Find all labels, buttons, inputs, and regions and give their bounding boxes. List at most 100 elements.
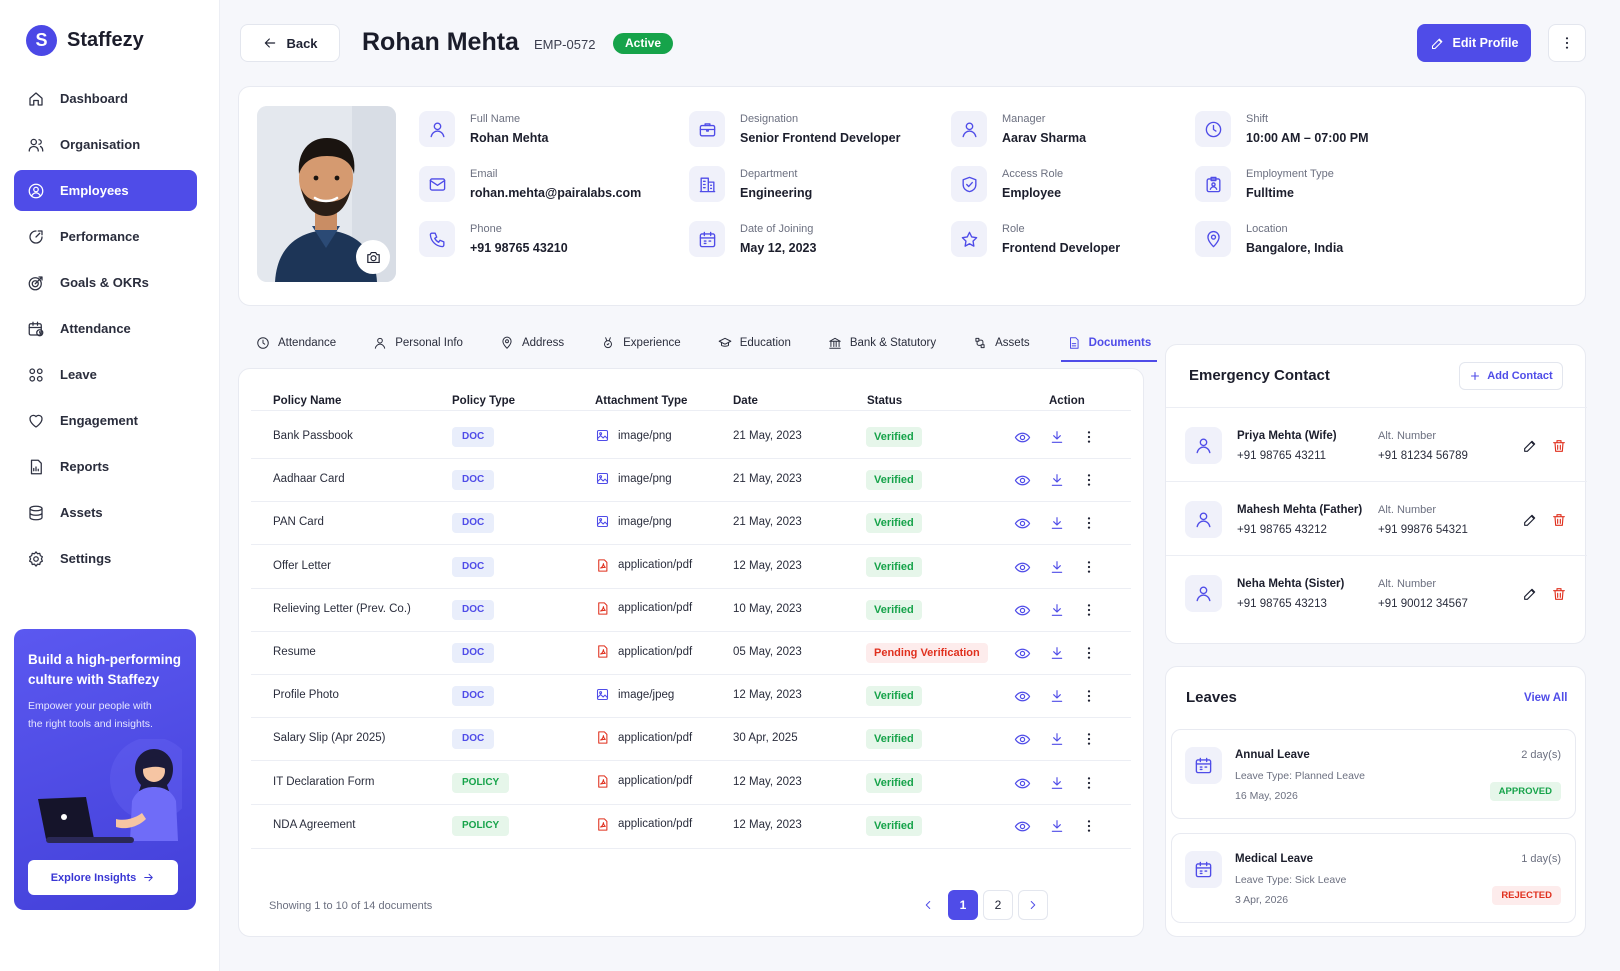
table-row: IT Declaration Form POLICY application/p… (251, 762, 1131, 805)
tab-personal-info[interactable]: Personal Info (367, 326, 469, 360)
row-more-button[interactable] (1081, 645, 1097, 661)
tab-assets[interactable]: Assets (967, 326, 1036, 360)
calendar-icon (699, 231, 715, 247)
download-button[interactable] (1049, 818, 1065, 834)
sidebar-item-dashboard[interactable]: Dashboard (14, 78, 197, 119)
edit-profile-button[interactable]: Edit Profile (1417, 24, 1531, 62)
sidebar-item-attendance[interactable]: Attendance (14, 308, 197, 349)
edit-contact-button[interactable] (1522, 586, 1538, 602)
sidebar-item-leave[interactable]: Leave (14, 354, 197, 395)
image-file-icon (596, 473, 609, 485)
row-more-button[interactable] (1081, 472, 1097, 488)
sidebar-item-label: Settings (60, 551, 112, 566)
tab-documents[interactable]: Documents (1060, 326, 1158, 362)
leave-item[interactable]: Annual Leave Leave Type: Planned Leave 1… (1171, 729, 1576, 819)
view-button[interactable] (1014, 429, 1031, 446)
download-button[interactable] (1049, 602, 1065, 618)
table-row: Profile Photo DOC image/jpeg 12 May, 202… (251, 675, 1131, 719)
file-chart-icon (30, 459, 42, 474)
back-button[interactable]: Back (240, 24, 340, 62)
sidebar-item-assets[interactable]: Assets (14, 492, 197, 533)
row-more-button[interactable] (1081, 775, 1097, 791)
sidebar-item-label: Goals & OKRs (60, 275, 149, 290)
edit-contact-button[interactable] (1522, 512, 1538, 528)
more-options-button[interactable] (1548, 24, 1586, 62)
field-value: Employee (1002, 186, 1062, 200)
tab-address[interactable]: Address (494, 326, 570, 360)
pdf-file-icon (598, 731, 608, 745)
row-more-button[interactable] (1081, 818, 1097, 834)
view-button[interactable] (1014, 602, 1031, 619)
building-icon (699, 176, 715, 192)
download-button[interactable] (1049, 559, 1065, 575)
row-more-button[interactable] (1081, 688, 1097, 704)
row-more-button[interactable] (1081, 559, 1097, 575)
add-contact-button[interactable]: Add Contact (1459, 362, 1563, 390)
download-icon (1051, 517, 1063, 530)
view-button[interactable] (1014, 818, 1031, 835)
field-value: Bangalore, India (1246, 241, 1344, 255)
profile-photo (257, 106, 396, 282)
view-button[interactable] (1014, 645, 1031, 662)
page-2-button[interactable]: 2 (983, 890, 1013, 920)
edit-contact-button[interactable] (1522, 438, 1538, 454)
brand[interactable]: S Staffezy (26, 25, 144, 56)
view-button[interactable] (1014, 515, 1031, 532)
tab-experience[interactable]: Experience (595, 326, 687, 360)
grid-icon-wrap (27, 366, 45, 384)
view-button[interactable] (1014, 731, 1031, 748)
delete-contact-button[interactable] (1551, 586, 1567, 602)
sidebar-item-engagement[interactable]: Engagement (14, 400, 197, 441)
download-button[interactable] (1049, 429, 1065, 445)
sidebar-item-reports[interactable]: Reports (14, 446, 197, 487)
download-button[interactable] (1049, 731, 1065, 747)
download-button[interactable] (1049, 688, 1065, 704)
document-date: 21 May, 2023 (733, 516, 802, 529)
download-button[interactable] (1049, 515, 1065, 531)
policy-type-badge: DOC (452, 686, 495, 707)
leave-item[interactable]: Medical Leave Leave Type: Sick Leave 3 A… (1171, 833, 1576, 923)
column-header: Attachment Type (595, 395, 688, 407)
sidebar-item-organisation[interactable]: Organisation (14, 124, 197, 165)
table-row: Relieving Letter (Prev. Co.) DOC applica… (251, 589, 1131, 632)
delete-contact-button[interactable] (1551, 512, 1567, 528)
tab-education[interactable]: Education (712, 326, 797, 360)
table-row: PAN Card DOC image/png 21 May, 2023 Veri… (251, 502, 1131, 546)
field-icon-box (951, 221, 987, 257)
change-photo-button[interactable] (356, 240, 390, 274)
explore-insights-button[interactable]: Explore Insights (28, 860, 178, 895)
gauge-icon (29, 229, 43, 244)
tab-attendance[interactable]: Attendance (250, 326, 342, 360)
field-icon-box (951, 111, 987, 147)
sidebar-item-label: Leave (60, 367, 97, 382)
sidebar-item-performance[interactable]: Performance (14, 216, 197, 257)
download-button[interactable] (1049, 472, 1065, 488)
id-badge-icon (1205, 176, 1221, 192)
view-button[interactable] (1014, 688, 1031, 705)
download-icon (1051, 690, 1063, 703)
sidebar-item-goals-okrs[interactable]: Goals & OKRs (14, 262, 197, 303)
delete-contact-button[interactable] (1551, 438, 1567, 454)
view-button[interactable] (1014, 559, 1031, 576)
row-more-button[interactable] (1081, 602, 1097, 618)
sidebar-item-employees[interactable]: Employees (14, 170, 197, 211)
contact-item: Mahesh Mehta (Father) +91 98765 43212 Al… (1166, 481, 1587, 555)
view-button[interactable] (1014, 472, 1031, 489)
row-more-button[interactable] (1081, 429, 1097, 445)
eye-icon (1014, 519, 1031, 529)
table-row: Bank Passbook DOC image/png 21 May, 2023… (251, 416, 1131, 459)
plus-icon (1471, 371, 1480, 381)
view-button[interactable] (1014, 775, 1031, 792)
more-vertical-icon (1087, 474, 1091, 486)
tab-bank-statutory[interactable]: Bank & Statutory (822, 326, 942, 360)
sidebar-item-settings[interactable]: Settings (14, 538, 197, 579)
download-button[interactable] (1049, 645, 1065, 661)
prev-page-button[interactable] (913, 890, 943, 920)
download-button[interactable] (1049, 775, 1065, 791)
page-1-button[interactable]: 1 (948, 890, 978, 920)
view-all-link[interactable]: View All (1524, 692, 1567, 704)
row-more-button[interactable] (1081, 515, 1097, 531)
pin-icon (1206, 230, 1220, 247)
next-page-button[interactable] (1018, 890, 1048, 920)
row-more-button[interactable] (1081, 731, 1097, 747)
